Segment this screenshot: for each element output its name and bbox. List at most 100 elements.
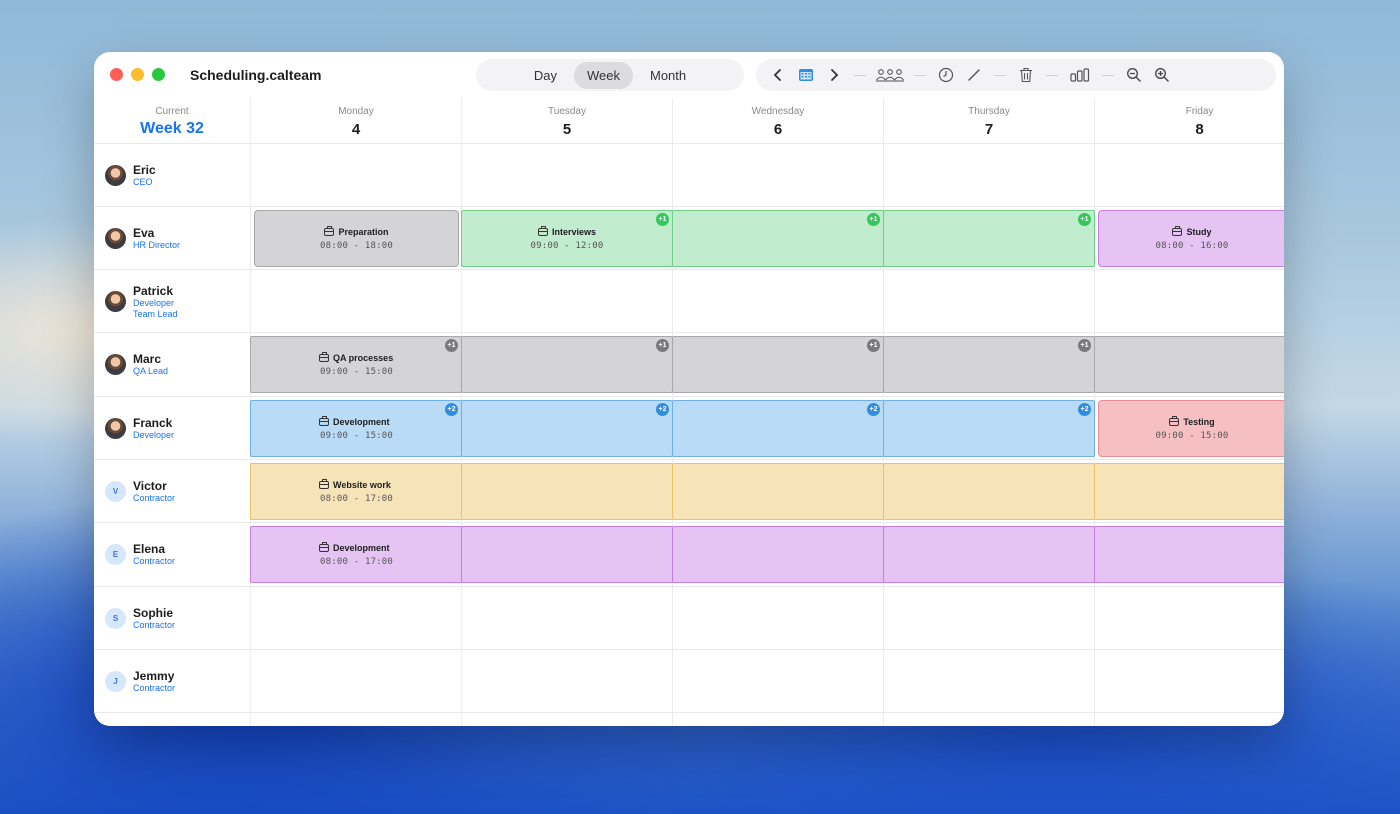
overlap-badge[interactable]: +2 [867, 403, 880, 416]
toolbar [756, 59, 1276, 91]
event-qa-continued[interactable]: +1 [883, 336, 1095, 393]
event-development-elena[interactable]: Development 08:00 - 17:00 [250, 526, 462, 583]
person-role: QA Lead [133, 366, 169, 376]
briefcase-icon [319, 352, 329, 362]
person-name: Jemmy [133, 669, 175, 683]
briefcase-icon [319, 542, 329, 552]
day-header-thursday[interactable]: Thursday 7 [883, 98, 1094, 144]
event-website-work-continued[interactable] [883, 463, 1095, 520]
day-header-friday[interactable]: Friday 8 [1094, 98, 1284, 144]
overlap-badge[interactable]: +1 [445, 339, 458, 352]
event-website-work-continued[interactable] [461, 463, 673, 520]
grid-line [94, 332, 1284, 333]
avatar: E [105, 544, 126, 565]
toolbar-divider [994, 74, 1006, 76]
event-website-work[interactable]: Website work 08:00 - 17:00 [250, 463, 462, 520]
event-qa-continued[interactable]: +1 [461, 336, 673, 393]
person-row-jemmy[interactable]: J Jemmy Contractor [94, 650, 250, 713]
person-role: Developer [133, 430, 175, 440]
event-qa-continued[interactable]: +1 [672, 336, 884, 393]
event-development-continued[interactable]: +2 [461, 400, 673, 457]
overlap-badge[interactable]: +1 [867, 339, 880, 352]
overlap-badge[interactable]: +1 [1078, 213, 1091, 226]
person-role: Contractor [133, 620, 176, 630]
overlap-badge[interactable]: +1 [1078, 339, 1091, 352]
day-name: Friday [1185, 106, 1214, 117]
minimize-window-button[interactable] [131, 68, 144, 81]
event-development-elena-continued[interactable] [461, 526, 673, 583]
person-row-elena[interactable]: E Elena Contractor [94, 523, 250, 586]
event-development-elena-continued[interactable] [672, 526, 884, 583]
person-row-victor[interactable]: V Victor Contractor [94, 460, 250, 523]
event-interviews-continued[interactable]: +1 [883, 210, 1095, 267]
close-window-button[interactable] [110, 68, 123, 81]
person-name: Eric [133, 163, 156, 177]
event-testing[interactable]: Testing 09:00 - 15:00 [1098, 400, 1284, 457]
view-month-button[interactable]: Month [637, 62, 699, 89]
team-icon[interactable] [872, 61, 908, 89]
day-name: Monday [338, 106, 374, 117]
current-week-header: Current Week 32 [94, 98, 250, 144]
grid-line [94, 143, 1284, 144]
event-title: QA processes [333, 353, 394, 363]
titlebar: Scheduling.calteam Day Week Month [94, 52, 1284, 98]
person-row-eric[interactable]: Eric CEO [94, 144, 250, 207]
clock-icon[interactable] [932, 61, 960, 89]
person-name: Eva [133, 226, 155, 240]
grid-line [94, 649, 1284, 650]
overlap-badge[interactable]: +2 [1078, 403, 1091, 416]
zoom-in-icon[interactable] [1148, 61, 1176, 89]
event-interviews[interactable]: Interviews 09:00 - 12:00 +1 [461, 210, 673, 267]
day-header-tuesday[interactable]: Tuesday 5 [461, 98, 672, 144]
day-name: Wednesday [751, 106, 805, 117]
day-header-monday[interactable]: Monday 4 [250, 98, 461, 144]
event-development[interactable]: Development 09:00 - 15:00 +2 [250, 400, 462, 457]
chevron-right-icon[interactable] [820, 61, 848, 89]
overlap-badge[interactable]: +2 [656, 403, 669, 416]
day-header-wednesday[interactable]: Wednesday 6 [672, 98, 883, 144]
briefcase-icon [319, 416, 329, 426]
person-row-marc[interactable]: Marc QA Lead [94, 333, 250, 396]
overlap-badge[interactable]: +2 [445, 403, 458, 416]
event-title: Interviews [551, 227, 597, 237]
briefcase-icon [1169, 416, 1180, 426]
current-label: Current [155, 106, 189, 117]
zoom-out-icon[interactable] [1120, 61, 1148, 89]
event-website-work-continued[interactable] [1094, 463, 1284, 520]
chevron-left-icon[interactable] [764, 61, 792, 89]
event-website-work-continued[interactable] [672, 463, 884, 520]
overlap-badge[interactable]: +1 [867, 213, 880, 226]
event-development-elena-continued[interactable] [1094, 526, 1284, 583]
calendar-icon[interactable] [792, 61, 820, 89]
person-row-patrick[interactable]: Patrick Developer Team Lead [94, 270, 250, 333]
day-number: 6 [773, 121, 783, 138]
person-row-sophie[interactable]: S Sophie Contractor [94, 587, 250, 650]
event-title: Testing [1183, 417, 1215, 427]
event-time: 09:00 - 15:00 [320, 431, 394, 441]
toolbar-divider [854, 74, 866, 76]
pencil-icon[interactable] [960, 61, 988, 89]
event-qa-processes[interactable]: QA processes 09:00 - 15:00 +1 [250, 336, 462, 393]
event-time: 08:00 - 16:00 [1155, 241, 1229, 251]
zoom-window-button[interactable] [152, 68, 165, 81]
event-study[interactable]: Study 08:00 - 16:00 [1098, 210, 1284, 267]
person-row-eva[interactable]: Eva HR Director [94, 207, 250, 270]
person-name: Marc [133, 352, 162, 366]
event-development-continued[interactable]: +2 [672, 400, 884, 457]
overlap-badge[interactable]: +1 [656, 339, 669, 352]
day-number: 5 [562, 121, 572, 138]
event-development-continued[interactable]: +2 [883, 400, 1095, 457]
event-qa-continued[interactable] [1094, 336, 1284, 393]
view-day-button[interactable]: Day [521, 62, 570, 89]
day-name: Tuesday [548, 106, 586, 117]
person-name: Sophie [133, 606, 174, 620]
event-development-elena-continued[interactable] [883, 526, 1095, 583]
overlap-badge[interactable]: +1 [656, 213, 669, 226]
bar-chart-icon[interactable] [1064, 61, 1096, 89]
trash-icon[interactable] [1012, 61, 1040, 89]
view-week-button[interactable]: Week [573, 61, 633, 89]
person-row-franck[interactable]: Franck Developer [94, 397, 250, 460]
day-number: 4 [351, 121, 361, 138]
event-interviews-continued[interactable]: +1 [672, 210, 884, 267]
event-preparation[interactable]: Preparation 08:00 - 18:00 [254, 210, 459, 267]
